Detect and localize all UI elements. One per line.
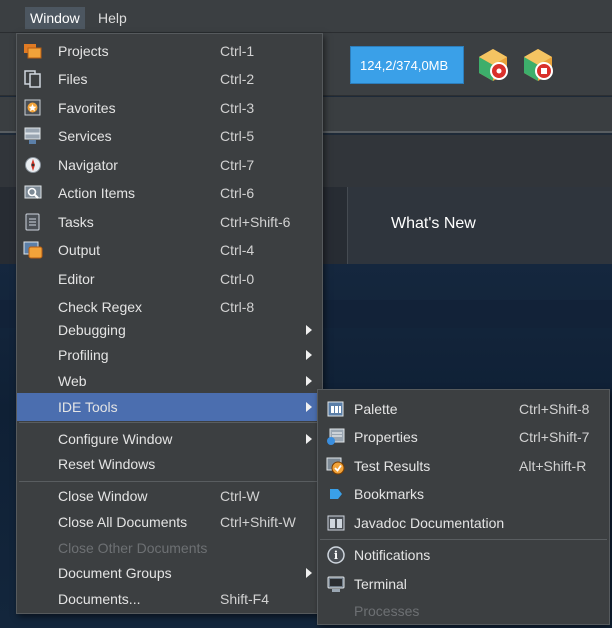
menu-item-javadoc-documentation[interactable]: Javadoc Documentation xyxy=(318,509,609,537)
menu-item-notifications[interactable]: i Notifications xyxy=(318,541,609,569)
terminal-icon xyxy=(326,575,346,593)
menu-item-processes: Processes xyxy=(354,603,420,619)
profile-ide-icon[interactable] xyxy=(473,45,513,85)
menu-item-tasks[interactable]: Tasks Ctrl+Shift-6 xyxy=(17,208,322,236)
submenu-arrow-icon xyxy=(306,402,312,412)
action-items-icon xyxy=(23,184,43,202)
menu-item-close-all-documents[interactable]: Close All Documents Ctrl+Shift-W xyxy=(17,508,322,536)
tasks-icon xyxy=(23,213,43,231)
menu-item-ide-tools[interactable]: IDE Tools xyxy=(17,393,322,421)
menu-item-debugging[interactable]: Debugging xyxy=(17,316,322,344)
svg-text:i: i xyxy=(334,549,338,562)
menu-separator xyxy=(19,422,320,423)
services-icon xyxy=(23,127,43,145)
menu-help[interactable]: Help xyxy=(93,7,132,29)
properties-icon xyxy=(326,428,346,446)
menu-item-editor[interactable]: Editor Ctrl-0 xyxy=(17,265,322,293)
menu-item-web[interactable]: Web xyxy=(17,367,322,395)
output-icon xyxy=(23,241,43,259)
navigator-icon xyxy=(23,156,43,174)
menu-item-reset-windows[interactable]: Reset Windows xyxy=(17,450,322,478)
menu-item-navigator[interactable]: Navigator Ctrl-7 xyxy=(17,151,322,179)
menu-item-test-results[interactable]: Test Results Alt+Shift-R xyxy=(318,452,609,480)
favorites-icon xyxy=(23,99,43,117)
window-menu: Projects Ctrl-1 Files Ctrl-2 Favorites C… xyxy=(16,33,323,614)
submenu-arrow-icon xyxy=(306,434,312,444)
menu-item-palette[interactable]: Palette Ctrl+Shift-8 xyxy=(318,395,609,423)
menu-item-bookmarks[interactable]: Bookmarks xyxy=(318,480,609,508)
menu-bar: Window Help xyxy=(0,0,612,33)
palette-icon xyxy=(326,400,346,418)
menu-item-configure-window[interactable]: Configure Window xyxy=(17,425,322,453)
menu-window[interactable]: Window xyxy=(25,7,85,29)
menu-item-close-window[interactable]: Close Window Ctrl-W xyxy=(17,482,322,510)
notifications-icon: i xyxy=(326,546,346,564)
menu-item-services[interactable]: Services Ctrl-5 xyxy=(17,122,322,150)
submenu-arrow-icon xyxy=(306,325,312,335)
bookmarks-icon xyxy=(326,485,346,503)
submenu-arrow-icon xyxy=(306,350,312,360)
projects-icon xyxy=(23,42,43,60)
submenu-arrow-icon xyxy=(306,568,312,578)
test-results-icon xyxy=(326,457,346,475)
menu-item-terminal[interactable]: Terminal xyxy=(318,570,609,598)
memory-usage-indicator[interactable]: 124,2/374,0MB xyxy=(350,46,464,84)
menu-item-profiling[interactable]: Profiling xyxy=(17,341,322,369)
menu-item-action-items[interactable]: Action Items Ctrl-6 xyxy=(17,179,322,207)
submenu-arrow-icon xyxy=(306,376,312,386)
ide-tools-submenu: Palette Ctrl+Shift-8 Properties Ctrl+Shi… xyxy=(317,389,610,625)
files-icon xyxy=(23,70,43,88)
submenu-separator xyxy=(320,539,607,540)
profile-snapshot-icon[interactable] xyxy=(518,45,558,85)
menu-item-files[interactable]: Files Ctrl-2 xyxy=(17,65,322,93)
menu-item-projects[interactable]: Projects Ctrl-1 xyxy=(17,37,322,65)
tab-whats-new-label: What's New xyxy=(391,215,476,232)
tab-whats-new[interactable]: What's New xyxy=(347,187,612,264)
menu-item-output[interactable]: Output Ctrl-4 xyxy=(17,236,322,264)
javadoc-icon xyxy=(326,514,346,532)
menu-item-document-groups[interactable]: Document Groups xyxy=(17,559,322,587)
menu-item-properties[interactable]: Properties Ctrl+Shift-7 xyxy=(318,423,609,451)
menu-item-close-other-documents: Close Other Documents xyxy=(58,540,208,556)
menu-item-favorites[interactable]: Favorites Ctrl-3 xyxy=(17,94,322,122)
menu-item-documents[interactable]: Documents... Shift-F4 xyxy=(17,585,322,613)
